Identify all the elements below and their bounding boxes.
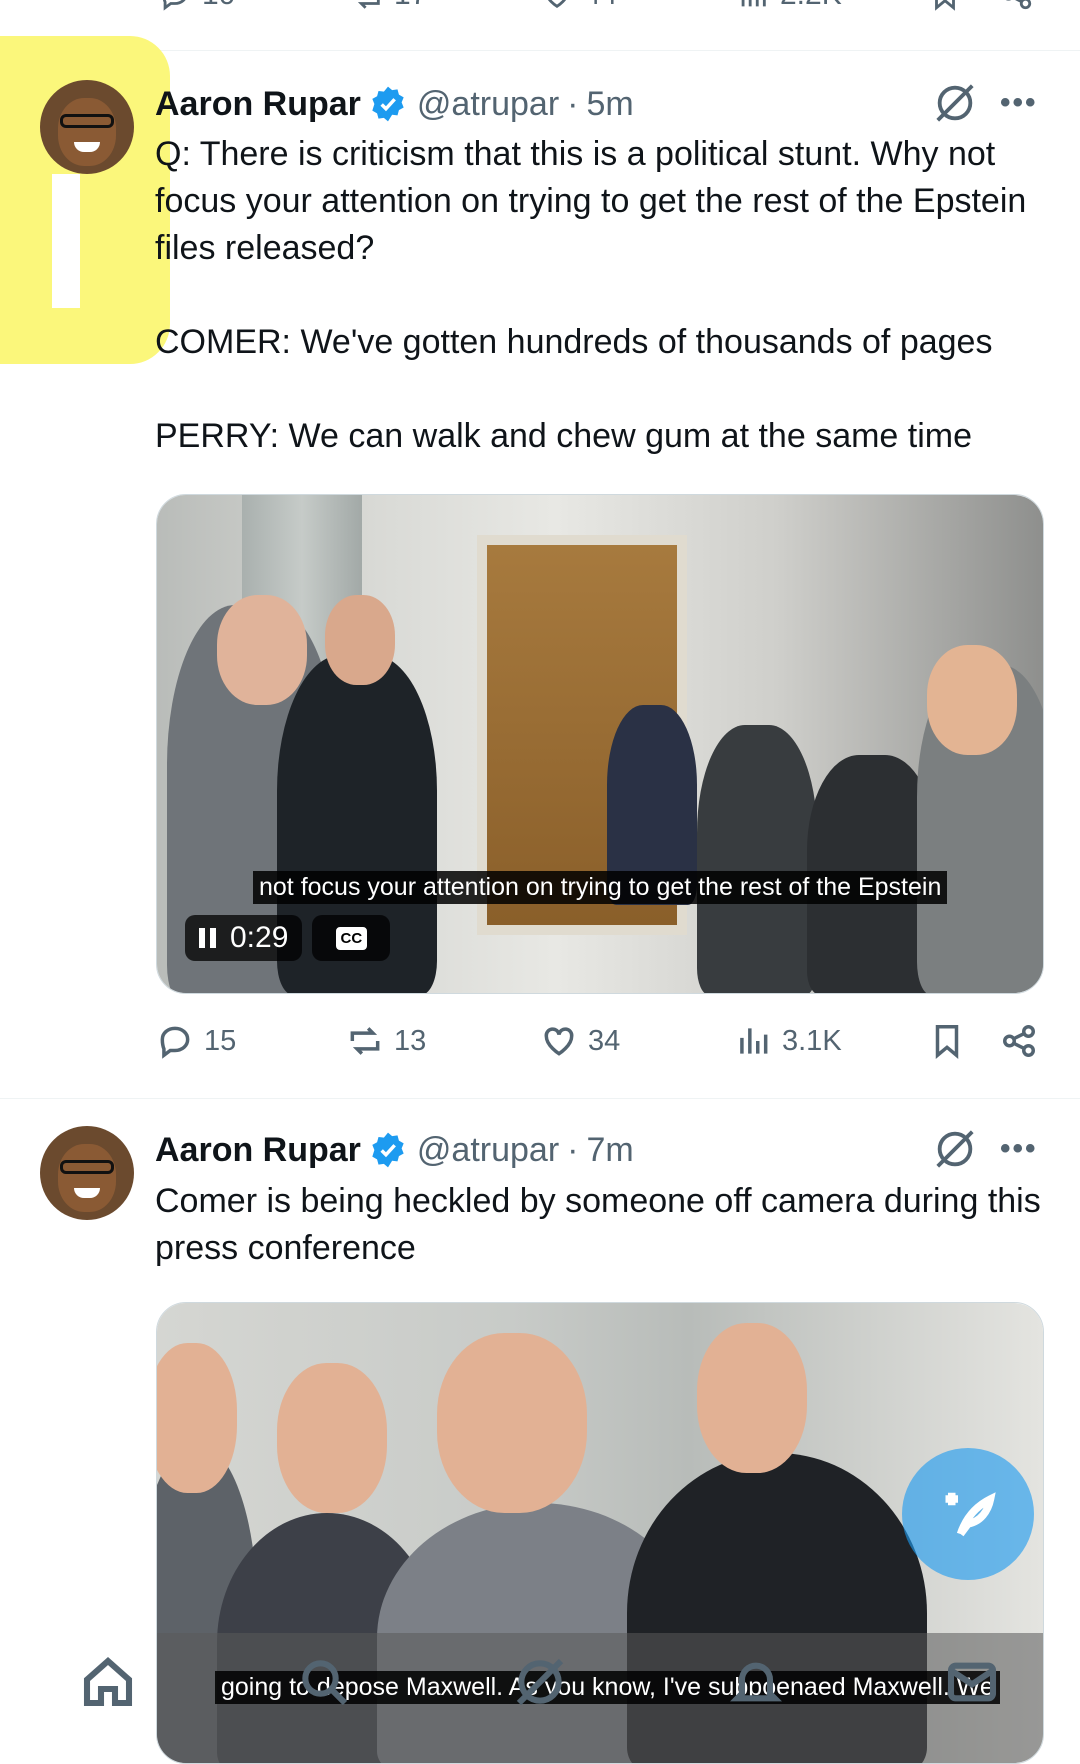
timestamp[interactable]: 5m	[587, 85, 634, 124]
compose-icon	[945, 1492, 996, 1537]
timestamp[interactable]: 7m	[587, 1131, 634, 1170]
home-icon	[83, 1656, 133, 1707]
author-name[interactable]: Aaron Rupar	[155, 85, 361, 124]
share-icon	[1003, 1025, 1035, 1057]
nav-search[interactable]	[296, 1654, 356, 1714]
repost-action[interactable]: 17	[350, 0, 427, 12]
separator-dot: ·	[567, 1130, 579, 1169]
views-icon	[740, 1028, 768, 1054]
previous-tweet-actions: 10 17 44 2.2K	[0, 0, 1080, 51]
more-icon[interactable]: •••	[1000, 86, 1038, 120]
repost-count: 17	[394, 0, 427, 12]
repost-icon	[357, 0, 380, 9]
video-time: 0:29	[230, 921, 289, 954]
playback-control[interactable]: 0:29	[185, 915, 303, 961]
views-count: 3.1K	[782, 1024, 842, 1057]
bookmark-icon	[935, 0, 955, 11]
reply-count: 15	[204, 1024, 237, 1057]
separator-dot: ·	[567, 84, 579, 123]
views-action[interactable]: 2.2K	[736, 0, 842, 12]
views-count: 2.2K	[780, 0, 842, 12]
repost-count: 13	[394, 1024, 427, 1057]
repost-action[interactable]: 13	[346, 1022, 426, 1060]
like-action[interactable]: 44	[540, 0, 617, 12]
nav-notifications[interactable]	[728, 1654, 788, 1714]
nav-messages[interactable]	[944, 1654, 1004, 1714]
verified-icon	[372, 86, 404, 122]
avatar[interactable]	[40, 80, 134, 174]
more-icon[interactable]: •••	[1000, 1132, 1038, 1166]
share-action[interactable]	[1000, 1022, 1038, 1060]
tweet-header: Aaron Rupar @atrupar · 7m	[155, 1128, 634, 1172]
video-subtitle: not focus your attention on trying to ge…	[253, 871, 948, 904]
messages-icon	[947, 1662, 997, 1702]
nav-home[interactable]	[80, 1654, 140, 1714]
reply-action[interactable]: 15	[156, 1022, 236, 1060]
cc-icon: CC	[335, 926, 368, 950]
tweet-text: Q: There is criticism that this is a pol…	[155, 135, 1027, 455]
bookmark-action[interactable]	[928, 1022, 966, 1060]
tweet-divider	[0, 1098, 1080, 1099]
like-count: 44	[584, 0, 617, 12]
bookmark-icon	[935, 1025, 959, 1059]
avatar[interactable]	[40, 1126, 134, 1220]
text-cursor	[52, 174, 80, 308]
like-count: 34	[588, 1024, 621, 1057]
video-controls: 0:29 CC	[185, 915, 391, 961]
views-action[interactable]: 3.1K	[734, 1022, 842, 1060]
verified-icon	[372, 1132, 404, 1168]
reply-icon	[162, 0, 186, 11]
share-icon	[1005, 0, 1032, 10]
tweet-header: Aaron Rupar @atrupar · 5m	[155, 82, 634, 126]
grok-icon[interactable]	[932, 80, 978, 126]
like-icon	[547, 0, 567, 9]
author-handle[interactable]: @atrupar	[417, 85, 559, 124]
reply-icon	[160, 1026, 190, 1059]
like-action[interactable]: 34	[540, 1022, 620, 1060]
captions-button[interactable]: CC	[312, 915, 391, 961]
notifications-icon	[730, 1662, 782, 1702]
grok-icon[interactable]	[932, 1126, 978, 1172]
tweet-text: Comer is being heckled by someone off ca…	[155, 1182, 1051, 1267]
compose-button[interactable]	[902, 1448, 1034, 1580]
pause-icon[interactable]	[199, 928, 216, 948]
author-name[interactable]: Aaron Rupar	[155, 1131, 361, 1170]
reply-action[interactable]: 10	[158, 0, 235, 12]
bookmark-action[interactable]	[928, 0, 962, 12]
views-icon	[741, 0, 766, 7]
video-player[interactable]: not focus your attention on trying to ge…	[156, 494, 1044, 994]
bottom-nav	[0, 1624, 1080, 1734]
tweet-actions: 15 13 34 3.1K	[156, 1022, 1042, 1072]
reply-count: 10	[202, 0, 235, 12]
grok-nav-icon	[516, 1658, 564, 1706]
nav-grok[interactable]	[512, 1654, 572, 1714]
repost-icon	[350, 1027, 380, 1055]
search-icon	[302, 1660, 348, 1706]
like-icon	[544, 1027, 574, 1056]
author-handle[interactable]: @atrupar	[417, 1131, 559, 1170]
share-action[interactable]	[1000, 0, 1034, 12]
